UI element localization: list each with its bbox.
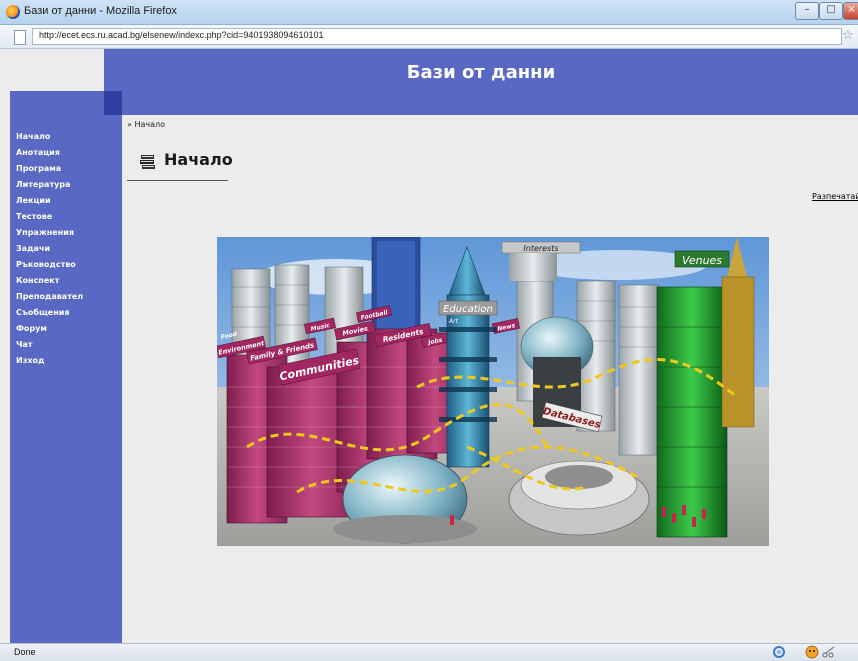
sidebar-item-lectures[interactable]: Лекции xyxy=(16,193,83,209)
database-city-illustration: Interests Communities Family & Friends E… xyxy=(217,237,769,546)
header-corner-block xyxy=(104,91,122,115)
sidebar-item-forum[interactable]: Форум xyxy=(16,321,83,337)
status-text: Done xyxy=(14,647,36,657)
sidebar-item-exercises[interactable]: Упражнения xyxy=(16,225,83,241)
firefox-icon xyxy=(6,5,20,19)
sidebar: Начало Анотация Програма Литература Лекц… xyxy=(10,91,122,643)
breadcrumb[interactable]: » Начало xyxy=(127,120,165,129)
sidebar-item-program[interactable]: Програма xyxy=(16,161,83,177)
minimize-button[interactable]: – xyxy=(795,2,819,20)
site-title: Бази от данни xyxy=(406,62,556,83)
sidebar-item-guide[interactable]: Ръководство xyxy=(16,257,83,273)
maximize-button[interactable]: □ xyxy=(819,2,843,20)
sidebar-item-home[interactable]: Начало xyxy=(16,129,83,145)
scissors-icon[interactable] xyxy=(822,645,836,659)
label-interests: Interests xyxy=(523,244,558,253)
sidebar-menu: Начало Анотация Програма Литература Лекц… xyxy=(16,129,83,369)
sidebar-item-teacher[interactable]: Преподавател xyxy=(16,289,83,305)
label-education: Education xyxy=(443,304,493,315)
sidebar-item-messages[interactable]: Съобщения xyxy=(16,305,83,321)
books-icon xyxy=(140,155,155,169)
sidebar-item-tasks[interactable]: Задачи xyxy=(16,241,83,257)
sidebar-item-synopsis[interactable]: Конспект xyxy=(16,273,83,289)
url-bar[interactable]: http://ecet.ecs.ru.acad.bg/elsenew/index… xyxy=(32,28,842,45)
navigation-toolbar: http://ecet.ecs.ru.acad.bg/elsenew/index… xyxy=(0,25,858,49)
sidebar-item-literature[interactable]: Литература xyxy=(16,177,83,193)
sidebar-item-chat[interactable]: Чат xyxy=(16,337,83,353)
bookmark-star-icon[interactable]: ☆ xyxy=(842,28,854,43)
sync-icon[interactable] xyxy=(772,645,786,659)
close-button[interactable]: × xyxy=(843,2,858,20)
label-venues: Venues xyxy=(682,254,722,267)
page-title: Начало xyxy=(164,150,233,169)
page-icon xyxy=(14,30,26,45)
url-text: http://ecet.ecs.ru.acad.bg/elsenew/index… xyxy=(39,30,324,40)
label-art: Art xyxy=(448,318,459,325)
header-left-blank xyxy=(0,49,104,91)
sidebar-item-tests[interactable]: Тестове xyxy=(16,209,83,225)
title-bar: Бази от данни - Mozilla Firefox – □ × xyxy=(0,0,858,25)
sidebar-item-logout[interactable]: Изход xyxy=(16,353,83,369)
window-title: Бази от данни - Mozilla Firefox xyxy=(24,5,177,17)
sidebar-item-annotation[interactable]: Анотация xyxy=(16,145,83,161)
print-link[interactable]: Разпечатай xyxy=(812,192,858,201)
page-viewport: Бази от данни Начало Анотация Програма Л… xyxy=(0,49,858,643)
page-heading: Начало xyxy=(127,148,233,181)
status-bar: Done xyxy=(0,643,858,661)
addon-icon[interactable] xyxy=(805,645,819,659)
